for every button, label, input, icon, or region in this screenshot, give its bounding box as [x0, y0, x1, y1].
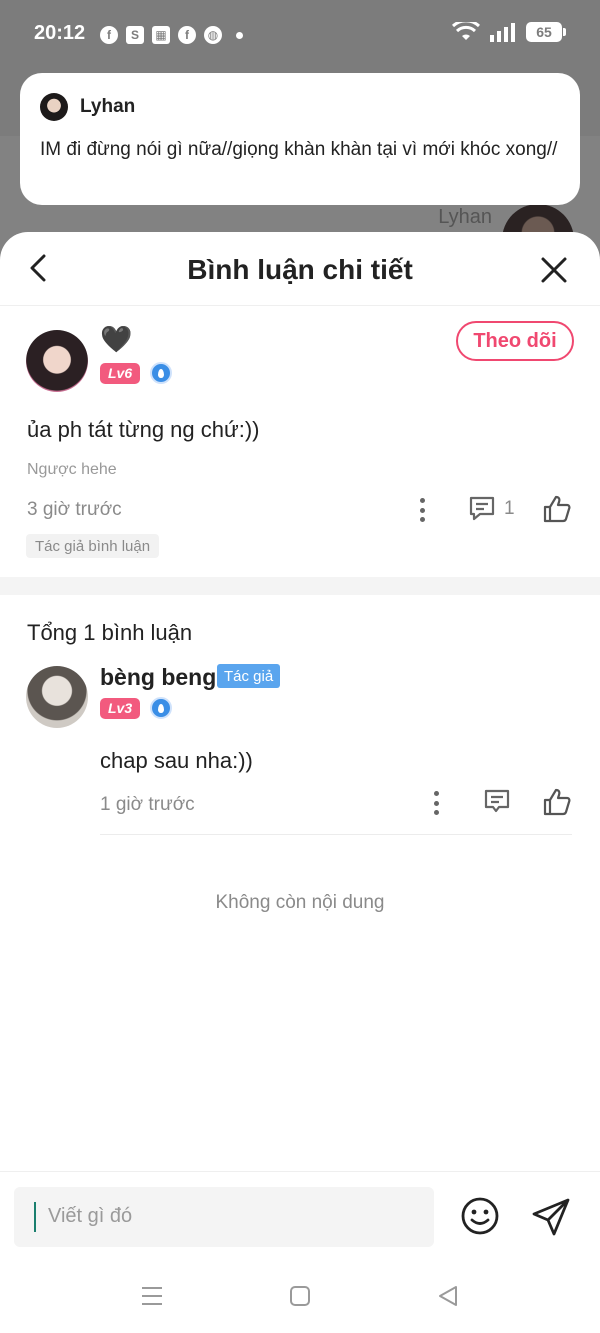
notification-message: IM đi đừng nói gì nữa//giọng khàn khàn t… [40, 139, 558, 160]
back-triangle-icon[interactable] [436, 1284, 460, 1308]
divider [100, 834, 572, 835]
background-chat-name: Lyhan [438, 206, 492, 228]
emoji-button[interactable] [460, 1196, 500, 1236]
author-badge: Tác giả [217, 664, 281, 688]
comment-icon[interactable] [483, 788, 511, 816]
comment-context[interactable]: Ngược hehe [27, 461, 117, 479]
total-comments-label: Tổng 1 bình luận [27, 620, 193, 645]
comment-text: ủa ph tát từng ng chứ:)) [27, 417, 260, 442]
reply-username[interactable]: bèng beng [100, 664, 216, 691]
reply-text: chap sau nha:)) [100, 748, 253, 773]
author-comment-tag: Tác giả bình luận [26, 534, 160, 558]
home-icon[interactable] [288, 1284, 312, 1308]
follow-button[interactable]: Theo dõi [456, 321, 574, 361]
system-status-icons: 65 [452, 22, 566, 42]
app-icon: ▦ [152, 26, 170, 44]
reply-time: 1 giờ trước [100, 794, 195, 815]
message-notification[interactable]: Lyhan IM đi đừng nói gì nữa//giọng khàn … [20, 73, 580, 205]
comment-icon [469, 496, 495, 521]
reply-button[interactable]: 1 [468, 495, 515, 523]
more-options-icon[interactable] [410, 496, 434, 524]
comment-input[interactable]: Viết gì đó [14, 1187, 434, 1247]
battery-icon: 65 [526, 22, 566, 42]
username-heart-icon[interactable]: 🖤 [100, 326, 132, 352]
vip-icon [150, 697, 173, 719]
more-dot-icon [236, 31, 243, 39]
notification-icons: f S ▦ f ◍ [100, 26, 243, 44]
user-badges: Lv3 [100, 697, 173, 719]
globe-icon: ◍ [204, 26, 222, 44]
end-of-content-label: Không còn nội dung [215, 892, 385, 913]
input-placeholder: Viết gì đó [48, 1205, 133, 1227]
status-time: 20:12 [34, 22, 86, 44]
vip-icon [150, 362, 173, 384]
like-icon[interactable] [542, 787, 572, 817]
avatar [40, 93, 68, 121]
recent-apps-icon[interactable] [140, 1284, 164, 1308]
section-separator [0, 577, 600, 595]
notification-header: Lyhan [40, 93, 560, 121]
status-bar: 20:12 f S ▦ f ◍ 65 [0, 0, 600, 70]
facebook-icon: f [100, 26, 118, 44]
avatar[interactable] [26, 666, 88, 728]
send-button[interactable] [530, 1196, 572, 1238]
user-badges: Lv6 [100, 362, 173, 384]
system-nav-bar [0, 1262, 600, 1333]
notification-sender: Lyhan [80, 96, 136, 117]
text-caret [34, 1202, 36, 1232]
more-options-icon[interactable] [424, 789, 448, 817]
reply-count: 1 [504, 498, 515, 519]
sheet-content: 🖤 Lv6 Theo dõi ủa ph tát từng ng chứ:)) … [0, 232, 600, 1333]
shopee-icon: S [126, 26, 144, 44]
wifi-icon [452, 22, 480, 40]
level-badge: Lv3 [100, 697, 141, 719]
signal-icon [490, 23, 515, 42]
like-icon[interactable] [542, 494, 572, 524]
facebook-icon: f [178, 26, 196, 44]
comment-input-bar: Viết gì đó [0, 1171, 600, 1261]
comment-time: 3 giờ trước [27, 499, 122, 520]
level-badge: Lv6 [100, 362, 141, 384]
avatar[interactable] [26, 330, 88, 392]
